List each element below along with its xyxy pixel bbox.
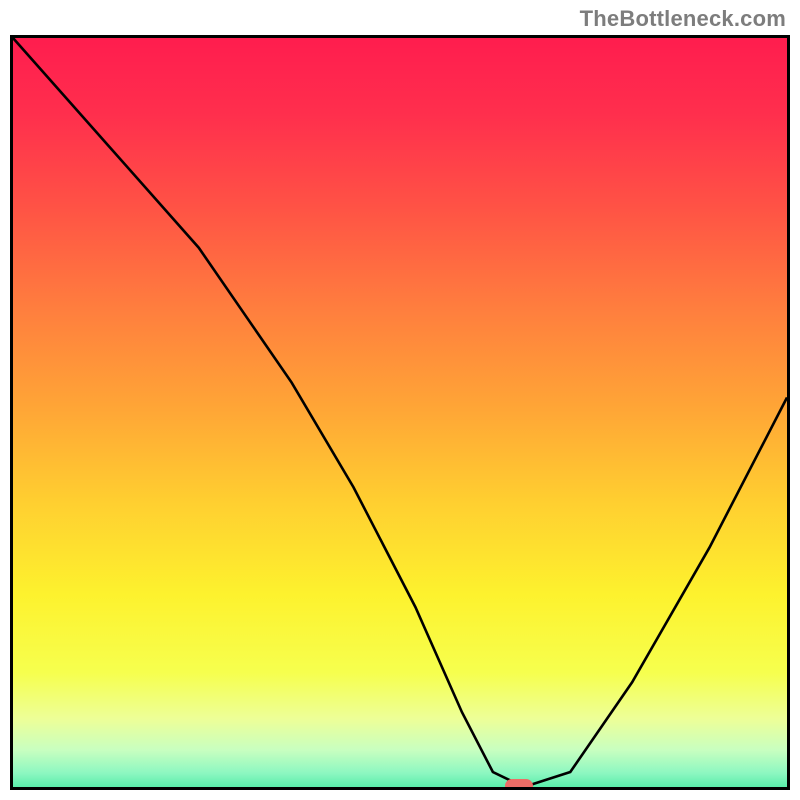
chart-area xyxy=(10,35,790,790)
optimum-marker xyxy=(505,779,533,790)
watermark-text: TheBottleneck.com xyxy=(580,6,786,32)
chart-background-gradient xyxy=(13,38,787,790)
